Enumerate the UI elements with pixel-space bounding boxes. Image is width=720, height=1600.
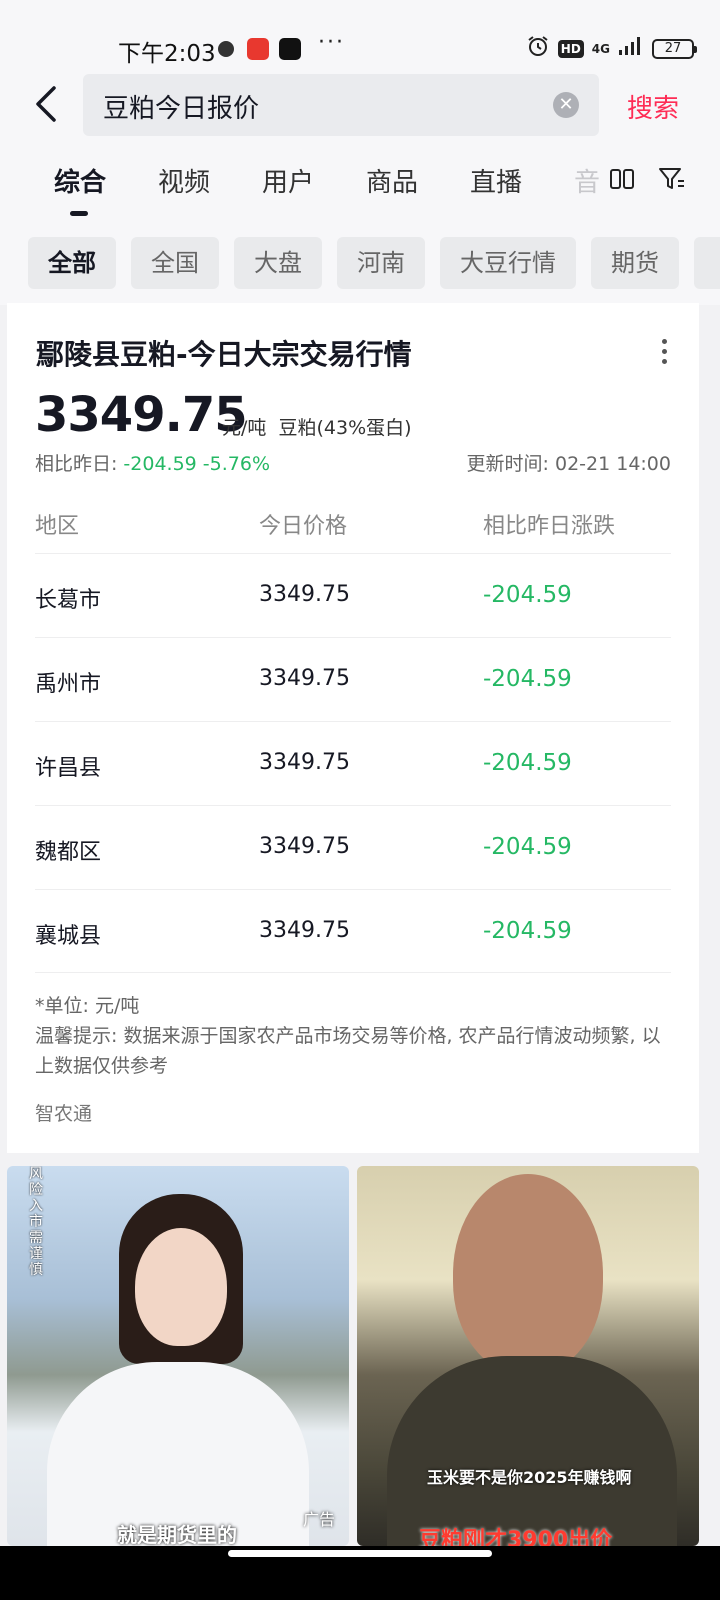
- data-note: *单位: 元/吨 温馨提示: 数据来源于国家农产品市场交易等价格, 农产品行情波…: [35, 991, 665, 1081]
- row-change: -204.59: [483, 582, 572, 608]
- table-header: 地区 今日价格 相比昨日涨跌: [35, 503, 671, 553]
- alarm-icon: [526, 34, 550, 64]
- price-table: 地区 今日价格 相比昨日涨跌 长葛市 3349.75 -204.59 禹州市 3…: [35, 503, 671, 973]
- row-change: -204.59: [483, 666, 572, 692]
- row-change: -204.59: [483, 918, 572, 944]
- video-side-text: 风险 入市需谨慎: [29, 1166, 43, 1278]
- video-caption-bottom: 豆粕刚才3900出价: [419, 1528, 613, 1546]
- chip-market[interactable]: 大盘: [234, 237, 322, 289]
- back-button[interactable]: [28, 84, 68, 124]
- price-change: -204.59 -5.76%: [123, 453, 270, 475]
- row-change: -204.59: [483, 834, 572, 860]
- search-button[interactable]: 搜索: [627, 88, 679, 125]
- price-unit: 元/吨 豆粕(43%蛋白): [222, 417, 412, 439]
- video-thumbnail-face: [135, 1228, 227, 1346]
- row-region: 襄城县: [35, 924, 102, 949]
- tab-video[interactable]: 视频: [158, 162, 210, 199]
- row-price: 3349.75: [259, 918, 350, 943]
- chip-more[interactable]: [694, 237, 720, 289]
- row-region: 魏都区: [35, 840, 102, 865]
- card-title: 鄢陵县豆粕-今日大宗交易行情: [36, 338, 412, 371]
- ad-label: 广告: [302, 1510, 335, 1529]
- filter-icon[interactable]: [658, 166, 684, 192]
- tab-users[interactable]: 用户: [262, 162, 314, 199]
- video-thumbnail-body: [387, 1356, 677, 1546]
- data-source[interactable]: 智农通: [35, 1099, 92, 1126]
- chip-henan[interactable]: 河南: [337, 237, 425, 289]
- table-row: 禹州市 3349.75 -204.59: [35, 637, 671, 721]
- row-change: -204.59: [483, 750, 572, 776]
- video-caption: 就是期货里的: [117, 1523, 237, 1546]
- video-card[interactable]: 风险 入市需谨慎 广告 就是期货里的: [7, 1166, 349, 1546]
- status-bar: 下午2:03 ··· HD 4G 27: [0, 28, 720, 68]
- table-row: 魏都区 3349.75 -204.59: [35, 805, 671, 889]
- news-app-icon: [247, 38, 269, 60]
- table-row: 襄城县 3349.75 -204.59: [35, 889, 671, 973]
- battery-icon: 27: [652, 39, 697, 59]
- home-indicator[interactable]: [228, 1550, 492, 1557]
- network-label: 4G: [591, 42, 610, 56]
- signal-icon: [618, 36, 644, 62]
- result-tabs: 综合 视频 用户 商品 直播 音: [0, 162, 720, 222]
- tab-music[interactable]: 音: [574, 162, 600, 199]
- tab-live[interactable]: 直播: [470, 162, 522, 199]
- disclaimer: 温馨提示: 数据来源于国家农产品市场交易等价格, 农产品行情波动频繁, 以上数据…: [35, 1025, 661, 1077]
- hd-icon: HD: [557, 40, 584, 58]
- tab-comprehensive[interactable]: 综合: [54, 162, 106, 199]
- row-price: 3349.75: [259, 666, 350, 691]
- more-notifications-icon: ···: [318, 30, 345, 55]
- price-compare: 相比昨日: -204.59 -5.76%: [35, 453, 270, 475]
- row-price: 3349.75: [259, 750, 350, 775]
- tab-products[interactable]: 商品: [366, 162, 418, 199]
- table-row: 长葛市 3349.75 -204.59: [35, 553, 671, 637]
- layout-toggle-icon[interactable]: [609, 166, 635, 192]
- status-time: 下午2:03: [118, 41, 216, 67]
- header-region: 地区: [35, 514, 80, 539]
- video-thumbnail-face: [453, 1174, 603, 1374]
- row-region: 禹州市: [35, 672, 102, 697]
- tab-active-indicator: [70, 211, 88, 216]
- clear-icon[interactable]: ✕: [553, 92, 579, 118]
- row-region: 长葛市: [35, 588, 102, 613]
- search-query: 豆粕今日报价: [103, 94, 260, 124]
- header-change: 相比昨日涨跌: [483, 514, 616, 539]
- chip-soybean[interactable]: 大豆行情: [440, 237, 576, 289]
- header-price: 今日价格: [259, 514, 348, 539]
- row-region: 许昌县: [35, 756, 102, 781]
- more-options-icon[interactable]: [662, 339, 668, 369]
- search-input[interactable]: 豆粕今日报价 ✕: [83, 74, 599, 136]
- chip-all[interactable]: 全部: [28, 237, 116, 289]
- unit-note: *单位: 元/吨: [35, 995, 140, 1017]
- capcut-icon: [279, 38, 301, 60]
- chip-futures[interactable]: 期货: [591, 237, 679, 289]
- price-value: 3349.75: [35, 387, 248, 443]
- chevron-left-icon: [36, 86, 56, 122]
- row-price: 3349.75: [259, 834, 350, 859]
- table-row: 许昌县 3349.75 -204.59: [35, 721, 671, 805]
- video-caption-top: 玉米要不是你2025年赚钱啊: [427, 1468, 632, 1487]
- update-time: 更新时间: 02-21 14:00: [466, 453, 671, 475]
- chip-national[interactable]: 全国: [131, 237, 219, 289]
- row-price: 3349.75: [259, 582, 350, 607]
- app-notification-icon: [218, 41, 234, 57]
- price-card[interactable]: 鄢陵县豆粕-今日大宗交易行情 3349.75 元/吨 豆粕(43%蛋白) 相比昨…: [7, 303, 699, 1153]
- video-card[interactable]: 玉米要不是你2025年赚钱啊 豆粕刚才3900出价: [357, 1166, 699, 1546]
